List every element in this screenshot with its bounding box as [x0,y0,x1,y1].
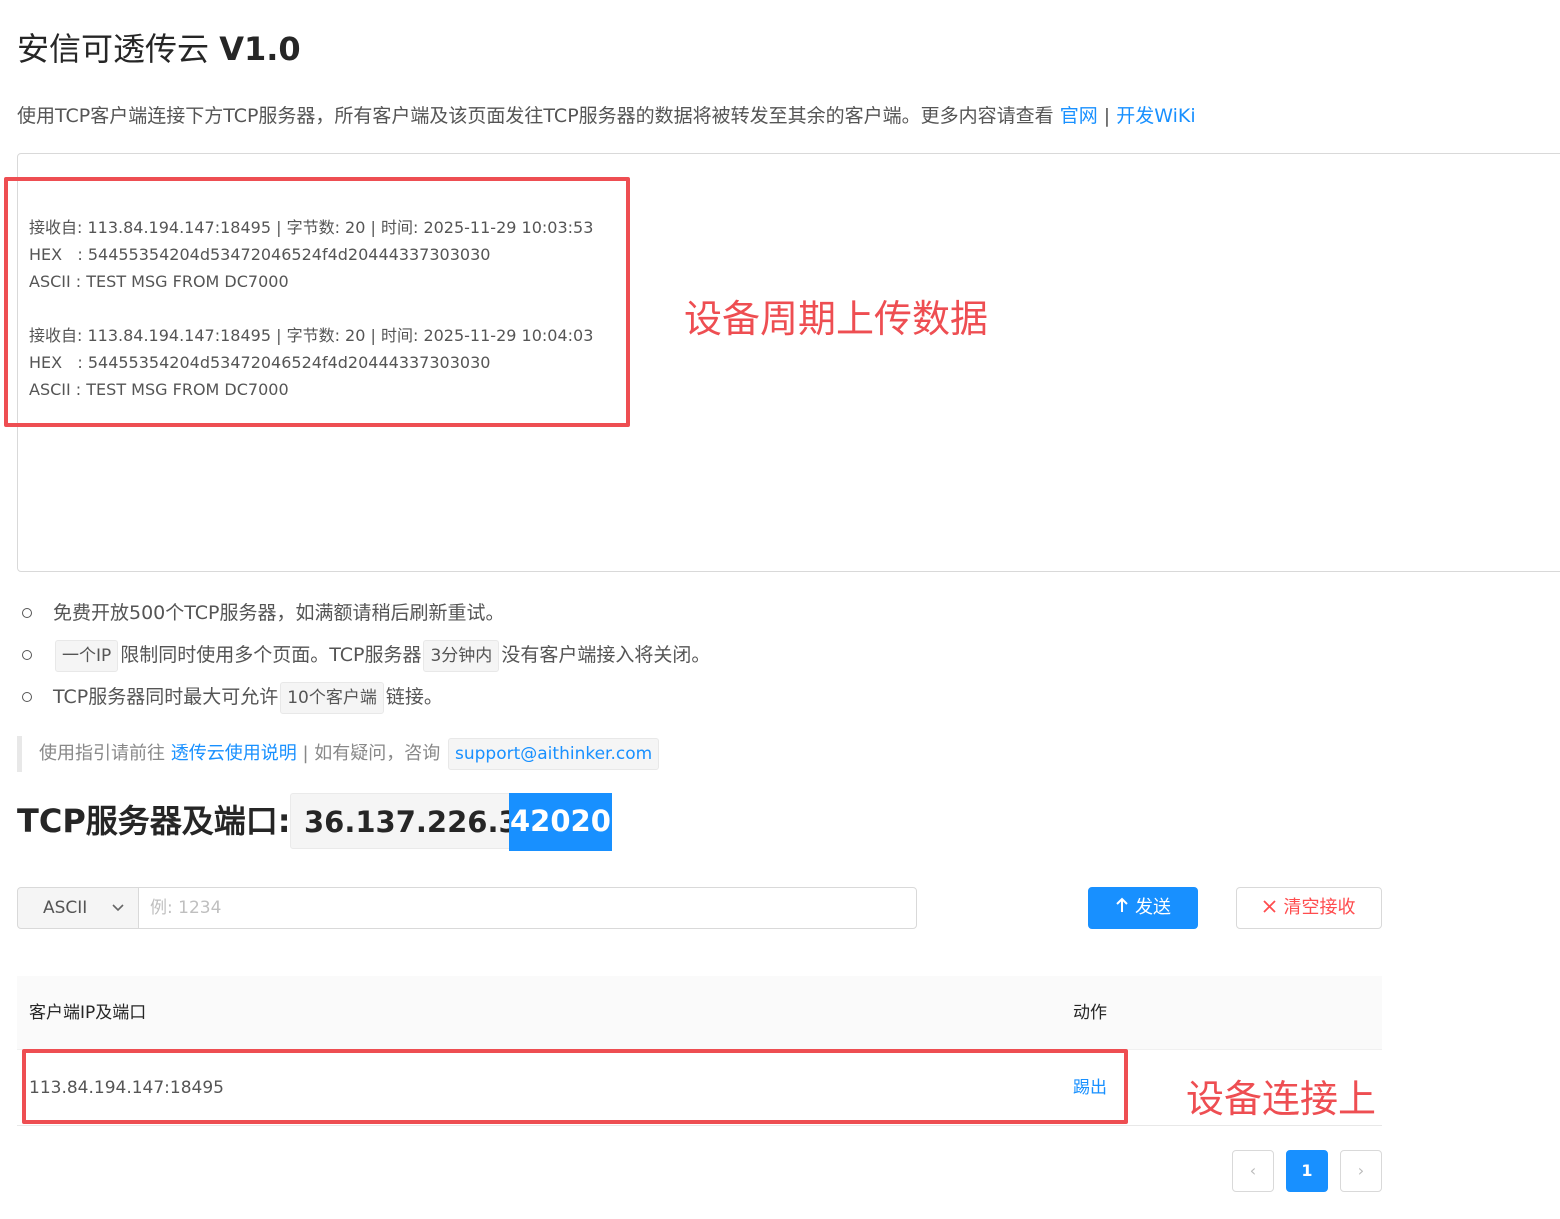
note-code: 10个客户端 [280,682,384,714]
circle-bullet-icon [22,650,32,660]
note-code: 一个IP [55,640,119,672]
column-header-address: 客户端IP及端口 [29,1003,147,1023]
guide-quote: 使用指引请前往 透传云使用说明 | 如有疑问，咨询 support@aithin… [17,736,661,772]
support-email[interactable]: support@aithinker.com [448,738,660,770]
server-info: TCP服务器及端口: 36.137.226.30 : 42020 [17,792,612,851]
column-header-action: 动作 [1073,1003,1107,1023]
chevron-down-icon [112,888,124,944]
circle-bullet-icon [22,608,32,618]
send-mode-value: ASCII [43,898,88,918]
close-icon [1262,888,1276,928]
note-text: TCP服务器同时最大可允许 [53,686,279,708]
clients-table-header: 客户端IP及端口 动作 [17,976,1382,1050]
title-text: 安信可透传云 [17,30,210,68]
link-separator: | [1103,105,1111,127]
note-item-2: 一个IP 限制同时使用多个页面。TCP服务器 3分钟内 没有客户端接入将关闭。 [22,638,710,680]
title-version: V1.0 [219,30,301,68]
note-text: 链接。 [385,686,443,708]
note-item-1: 免费开放500个TCP服务器，如满额请稍后刷新重试。 [22,596,710,638]
note-text: 没有客户端接入将关闭。 [501,644,711,666]
note-text: 免费开放500个TCP服务器，如满额请稍后刷新重试。 [53,602,505,624]
note-text: 限制同时使用多个页面。TCP服务器 [120,644,422,666]
pagination-prev-button[interactable]: ‹ [1232,1150,1274,1192]
server-address: 36.137.226.30 : 42020 [290,793,612,851]
send-button-label: 发送 [1135,897,1171,918]
arrow-up-icon [1115,888,1129,928]
annotation-text-connected: 设备连接上 [1186,1077,1377,1121]
pagination-page-1[interactable]: 1 [1286,1150,1328,1192]
server-label: TCP服务器及端口: [17,802,291,840]
server-port[interactable]: 42020 [509,793,612,851]
annotation-text-upload: 设备周期上传数据 [684,297,989,341]
guide-prefix: 使用指引请前往 [39,743,165,764]
page-description: 使用TCP客户端连接下方TCP服务器，所有客户端及该页面发往TCP服务器的数据将… [17,101,1196,128]
annotation-box-upload [4,177,630,427]
usage-guide-link[interactable]: 透传云使用说明 [171,743,297,764]
pagination-next-button[interactable]: › [1340,1150,1382,1192]
send-mode-select[interactable]: ASCII [17,887,139,929]
clear-button-label: 清空接收 [1283,897,1356,918]
clear-receive-button[interactable]: 清空接收 [1236,887,1382,929]
dev-wiki-link[interactable]: 开发WiKi [1116,105,1195,127]
official-site-link[interactable]: 官网 [1060,105,1098,127]
page-title: 安信可透传云 V1.0 [17,24,301,70]
description-text: 使用TCP客户端连接下方TCP服务器，所有客户端及该页面发往TCP服务器的数据将… [17,105,1054,127]
note-item-3: TCP服务器同时最大可允许 10个客户端 链接。 [22,680,710,722]
send-button[interactable]: 发送 [1088,887,1198,929]
notes-list: 免费开放500个TCP服务器，如满额请稍后刷新重试。 一个IP 限制同时使用多个页… [22,596,710,722]
circle-bullet-icon [22,692,32,702]
note-code: 3分钟内 [423,640,500,672]
send-input[interactable] [138,887,917,929]
annotation-box-connected [22,1049,1128,1124]
guide-middle: | 如有疑问，咨询 [302,743,441,764]
